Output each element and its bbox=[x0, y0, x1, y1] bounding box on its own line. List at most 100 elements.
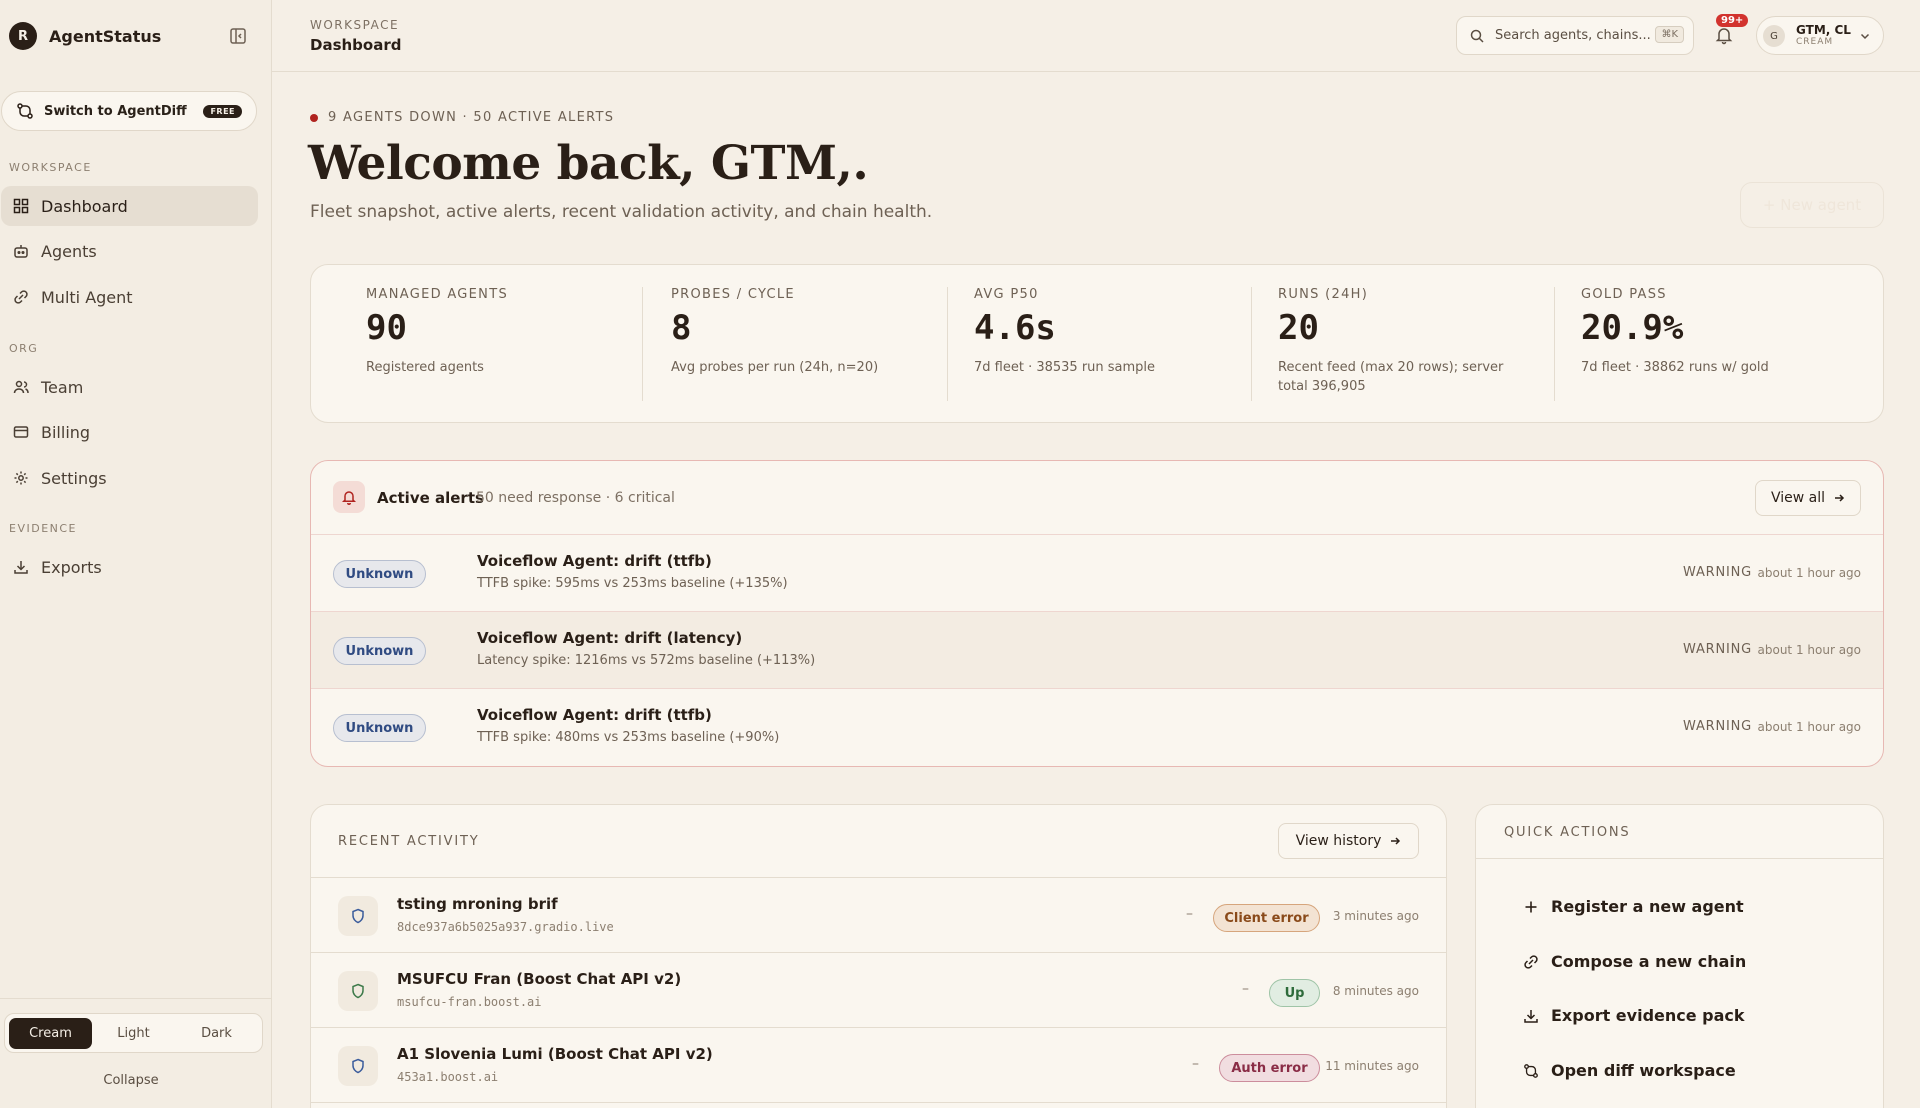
stat-value: 20.9% bbox=[1581, 308, 1684, 348]
quick-action-label: Register a new agent bbox=[1551, 897, 1744, 916]
alert-description: Latency spike: 1216ms vs 572ms baseline … bbox=[477, 653, 816, 668]
stat-gold-pass: GOLD PASS 20.9% 7d fleet · 38862 runs w/… bbox=[1581, 287, 1831, 377]
theme-option-cream[interactable]: Cream bbox=[9, 1017, 92, 1049]
shield-icon bbox=[338, 971, 378, 1011]
register-agent-action[interactable]: Register a new agent bbox=[1523, 897, 1744, 916]
sidebar-item-settings[interactable]: Settings bbox=[1, 458, 258, 498]
status-badge: Unknown bbox=[333, 637, 426, 665]
collapse-button[interactable]: Collapse bbox=[0, 1073, 262, 1088]
page-title: Welcome back, GTM,. bbox=[308, 136, 869, 191]
activity-dash: – bbox=[1186, 906, 1193, 922]
stat-note: 7d fleet · 38535 run sample bbox=[974, 360, 1156, 375]
activity-label: RECENT ACTIVITY bbox=[338, 834, 480, 849]
export-evidence-action[interactable]: Export evidence pack bbox=[1523, 1006, 1745, 1025]
download-icon bbox=[1524, 1009, 1538, 1023]
alert-row[interactable]: Unknown Voiceflow Agent: drift (ttfb) TT… bbox=[311, 535, 1883, 612]
active-alerts-panel: Active alerts 50 need response · 6 criti… bbox=[310, 460, 1884, 767]
search-icon bbox=[1470, 29, 1484, 43]
quick-action-label: Open diff workspace bbox=[1551, 1061, 1736, 1080]
diff-icon bbox=[17, 103, 33, 119]
status-badge: Up bbox=[1269, 979, 1320, 1007]
brand-name: AgentStatus bbox=[49, 26, 162, 46]
stat-divider bbox=[1251, 287, 1252, 401]
stat-note: Avg probes per run (24h, n=20) bbox=[671, 360, 879, 375]
stat-label: MANAGED AGENTS bbox=[366, 287, 508, 302]
arrow-right-icon bbox=[1835, 494, 1845, 502]
sidebar-item-agents[interactable]: Agents bbox=[1, 231, 258, 271]
free-badge: FREE bbox=[203, 105, 242, 118]
sidebar-item-label: Billing bbox=[41, 422, 91, 442]
new-agent-button[interactable]: + New agent bbox=[1740, 182, 1884, 228]
sidebar-item-exports[interactable]: Exports bbox=[1, 547, 258, 587]
brand[interactable]: R AgentStatus bbox=[9, 22, 161, 50]
activity-host: msufcu-fran.boost.ai bbox=[397, 995, 542, 1009]
switch-agentdiff-button[interactable]: Switch to AgentDiff FREE bbox=[1, 91, 257, 131]
stat-divider bbox=[642, 287, 643, 401]
stat-note: Recent feed (max 20 rows); server total … bbox=[1278, 360, 1504, 394]
stat-divider bbox=[1554, 287, 1555, 401]
top-header: WORKSPACE Dashboard Search agents, chain… bbox=[272, 0, 1920, 72]
plus-icon bbox=[1525, 901, 1537, 912]
activity-time: 11 minutes ago bbox=[1325, 1059, 1419, 1073]
theme-switcher[interactable]: Cream Light Dark bbox=[4, 1013, 263, 1053]
stat-value: 4.6s bbox=[974, 308, 1056, 348]
activity-dash: – bbox=[1242, 981, 1249, 997]
stat-label: AVG P50 bbox=[974, 287, 1039, 302]
stat-avg-p50: AVG P50 4.6s 7d fleet · 38535 run sample bbox=[974, 287, 1224, 377]
sidebar: R AgentStatus Switch to AgentDiff FREE W… bbox=[0, 0, 272, 1108]
activity-title: MSUFCU Fran (Boost Chat API v2) bbox=[397, 970, 682, 988]
page-subtitle: Fleet snapshot, active alerts, recent va… bbox=[310, 202, 933, 222]
users-icon bbox=[13, 379, 29, 395]
gear-icon bbox=[13, 470, 29, 486]
activity-row[interactable]: A1 Slovenia Lumi (Boost Chat API v2) 453… bbox=[311, 1028, 1446, 1103]
activity-header: RECENT ACTIVITY View history bbox=[311, 805, 1446, 878]
quick-actions-divider bbox=[1476, 858, 1883, 859]
activity-host: 453a1.boost.ai bbox=[397, 1070, 499, 1084]
alert-row[interactable]: Unknown Voiceflow Agent: drift (ttfb) TT… bbox=[311, 689, 1883, 766]
sidebar-toggle-icon[interactable] bbox=[229, 27, 247, 45]
status-badge: Auth error bbox=[1219, 1054, 1320, 1082]
view-all-alerts-button[interactable]: View all bbox=[1755, 480, 1861, 516]
stat-divider bbox=[947, 287, 948, 401]
shield-icon bbox=[338, 896, 378, 936]
nav-section-workspace: WORKSPACE bbox=[9, 161, 92, 174]
sidebar-item-label: Agents bbox=[41, 241, 97, 261]
alert-title: Voiceflow Agent: drift (latency) bbox=[477, 629, 743, 647]
open-diff-action[interactable]: Open diff workspace bbox=[1523, 1061, 1736, 1080]
grid-icon bbox=[13, 198, 29, 214]
bell-icon[interactable] bbox=[1714, 25, 1734, 45]
alert-time: about 1 hour ago bbox=[1757, 720, 1862, 734]
shield-icon bbox=[338, 1046, 378, 1086]
stat-value: 20 bbox=[1278, 308, 1319, 348]
alert-time: about 1 hour ago bbox=[1757, 566, 1862, 580]
alerts-subtitle: 50 need response · 6 critical bbox=[476, 490, 675, 506]
alerts-title: Active alerts bbox=[377, 489, 484, 507]
search-shortcut: ⌘K bbox=[1655, 26, 1684, 43]
compose-chain-action[interactable]: Compose a new chain bbox=[1523, 952, 1746, 971]
nav-section-evidence: EVIDENCE bbox=[9, 522, 77, 535]
link-icon bbox=[13, 289, 29, 305]
alert-time: about 1 hour ago bbox=[1757, 643, 1862, 657]
quick-actions-panel: QUICK ACTIONS Register a new agent Compo… bbox=[1475, 804, 1884, 1108]
search-input[interactable]: Search agents, chains... ⌘K bbox=[1456, 16, 1694, 55]
alert-row[interactable]: Unknown Voiceflow Agent: drift (latency)… bbox=[311, 612, 1883, 689]
sidebar-item-multi-agent[interactable]: Multi Agent bbox=[1, 277, 258, 317]
view-history-button[interactable]: View history bbox=[1278, 823, 1419, 859]
alert-description: TTFB spike: 480ms vs 253ms baseline (+90… bbox=[477, 730, 780, 745]
activity-row[interactable]: MSUFCU Fran (Boost Chat API v2) msufcu-f… bbox=[311, 953, 1446, 1028]
quick-action-label: Export evidence pack bbox=[1551, 1006, 1745, 1025]
sidebar-item-billing[interactable]: Billing bbox=[1, 412, 258, 452]
status-badge: Client error bbox=[1213, 904, 1320, 932]
theme-option-dark[interactable]: Dark bbox=[175, 1018, 258, 1049]
breadcrumb-current: Dashboard bbox=[310, 36, 402, 54]
status-badge: Unknown bbox=[333, 714, 426, 742]
search-placeholder: Search agents, chains... bbox=[1495, 28, 1651, 43]
user-menu-button[interactable]: G GTM, CL CREAM bbox=[1756, 16, 1884, 55]
alert-title: Voiceflow Agent: drift (ttfb) bbox=[477, 706, 712, 724]
theme-option-light[interactable]: Light bbox=[92, 1018, 175, 1049]
stat-managed-agents: MANAGED AGENTS 90 Registered agents bbox=[366, 287, 616, 377]
activity-row[interactable]: tsting mroning brif 8dce937a6b5025a937.g… bbox=[311, 878, 1446, 953]
stat-value: 90 bbox=[366, 308, 407, 348]
sidebar-item-dashboard[interactable]: Dashboard bbox=[1, 186, 258, 226]
sidebar-item-team[interactable]: Team bbox=[1, 367, 258, 407]
